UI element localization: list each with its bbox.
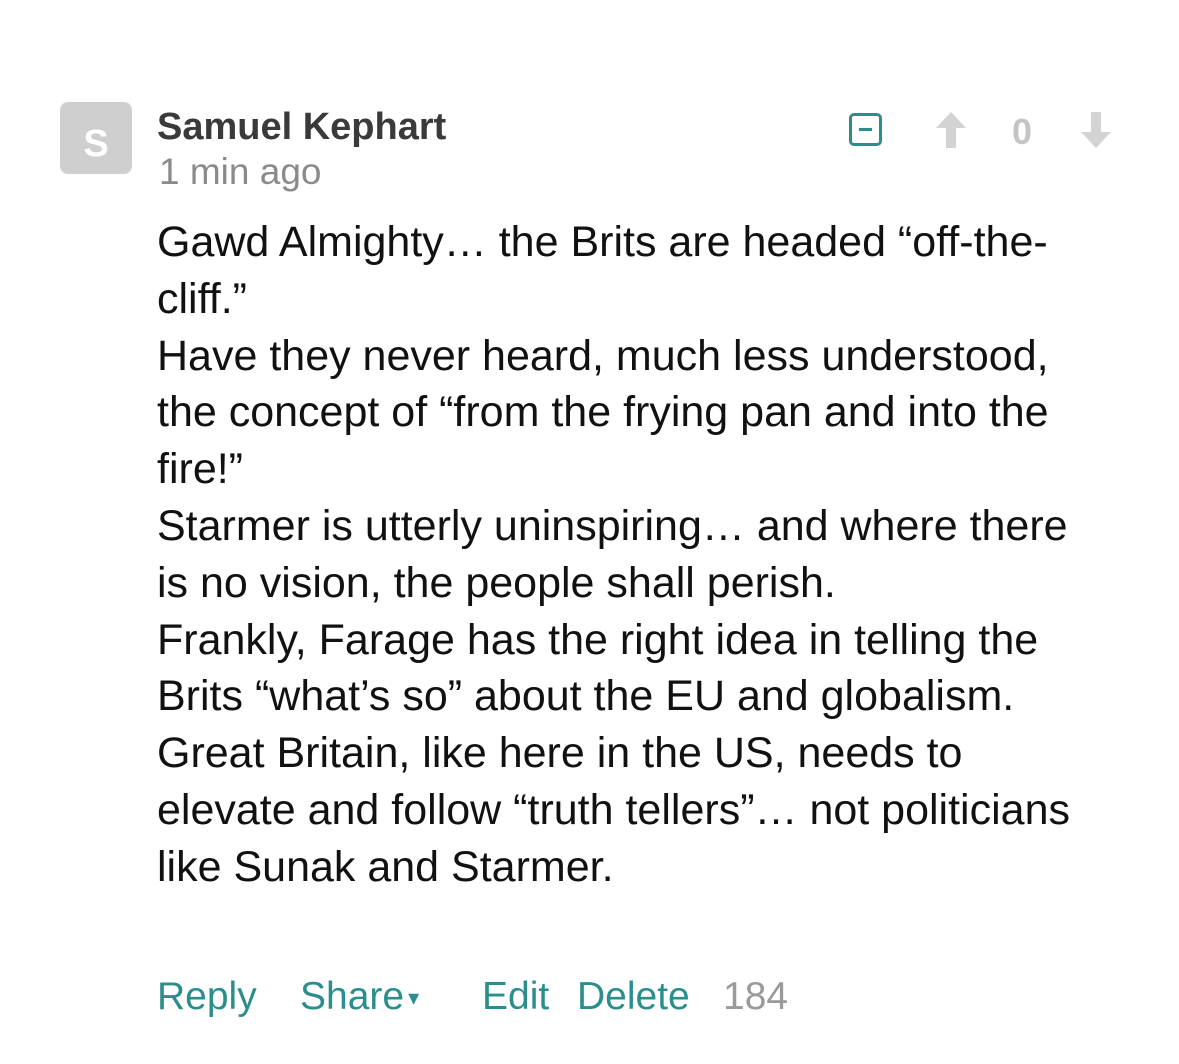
comment-paragraph: Starmer is utterly uninspiring… and wher…: [157, 501, 1068, 607]
upvote-button[interactable]: [934, 110, 968, 150]
arrow-down-icon: [1081, 112, 1111, 148]
comment-author[interactable]: Samuel Kephart: [157, 104, 446, 150]
share-button[interactable]: Share ▾: [300, 974, 419, 1021]
vote-count: 0: [1011, 111, 1033, 152]
comment-paragraph: Great Britain, like here in the US, need…: [157, 729, 1070, 891]
comment-paragraph: Gawd Almighty… the Brits are headed “off…: [157, 218, 1048, 323]
reply-button[interactable]: Reply: [157, 974, 257, 1020]
comment: S Samuel Kephart 1 min ago 0 Gawd Almigh…: [0, 0, 1179, 1064]
arrow-up-icon: [936, 112, 966, 148]
comment-count: 184: [723, 975, 789, 1018]
comment-paragraph: Frankly, Farage has the right idea in te…: [157, 615, 1039, 721]
downvote-button[interactable]: [1079, 110, 1113, 150]
comment-timestamp[interactable]: 1 min ago: [159, 150, 322, 194]
avatar[interactable]: S: [60, 102, 132, 174]
share-label: Share: [300, 975, 405, 1018]
delete-button[interactable]: Delete: [577, 974, 690, 1020]
edit-button[interactable]: Edit: [482, 974, 549, 1020]
collapse-icon: [859, 128, 872, 131]
comment-paragraph: Have they never heard, much less underst…: [157, 331, 1049, 494]
collapse-button[interactable]: [849, 113, 882, 146]
chevron-down-icon: ▾: [408, 985, 420, 1010]
comment-body: Gawd Almighty… the Brits are headed “off…: [157, 214, 1082, 896]
